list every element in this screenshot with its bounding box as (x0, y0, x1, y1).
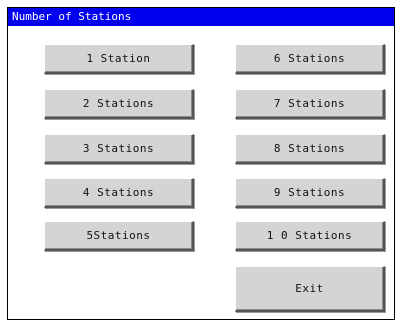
exit-button[interactable]: Exit (235, 266, 385, 312)
station-10-button[interactable]: 1 0 Stations (235, 221, 385, 251)
number-of-stations-window: Number of Stations 1 Station 2 Stations … (7, 7, 395, 320)
window-title: Number of Stations (8, 8, 394, 26)
station-3-button[interactable]: 3 Stations (44, 134, 194, 164)
station-8-button[interactable]: 8 Stations (235, 134, 385, 164)
station-7-button[interactable]: 7 Stations (235, 89, 385, 119)
station-6-button[interactable]: 6 Stations (235, 44, 385, 74)
station-1-button[interactable]: 1 Station (44, 44, 194, 74)
station-4-button[interactable]: 4 Stations (44, 178, 194, 208)
station-5-button[interactable]: 5Stations (44, 221, 194, 251)
station-9-button[interactable]: 9 Stations (235, 178, 385, 208)
station-2-button[interactable]: 2 Stations (44, 89, 194, 119)
